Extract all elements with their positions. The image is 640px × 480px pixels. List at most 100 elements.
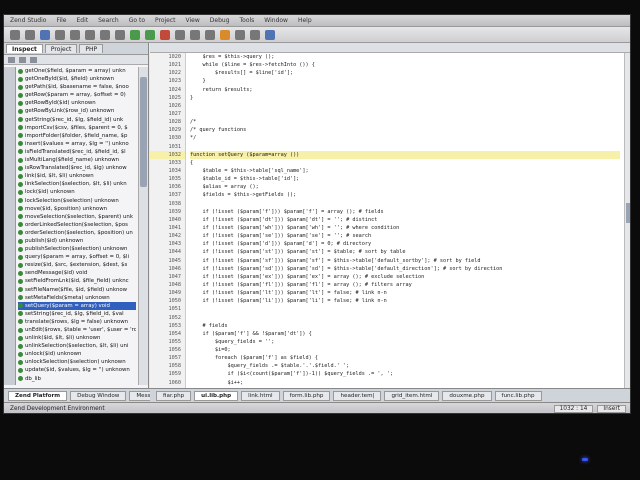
method-item[interactable]: lock($id) unknown xyxy=(18,188,136,196)
code-editor[interactable]: 1020 1021 1022 1023 1024 1025 1026 1027 1028 1029… xyxy=(150,43,630,413)
sort-icon[interactable] xyxy=(8,56,15,63)
method-item[interactable]: translate($rows, $lg = false) unknown xyxy=(18,318,136,326)
method-item[interactable]: insert($values = array, $lg = '') unkno xyxy=(18,140,136,148)
method-item[interactable]: setFileName($file, $id, $field) unknow xyxy=(18,286,136,294)
method-item[interactable]: getRow($param = array, $offset = 0) xyxy=(18,91,136,99)
file-tab[interactable]: douxme.php xyxy=(442,390,492,401)
debug-tab[interactable]: Debug Window xyxy=(70,390,127,401)
method-item[interactable]: getPath($id, $basename = false, $noo xyxy=(18,83,136,91)
file-tab[interactable]: grid_item.html xyxy=(384,390,440,401)
menu-item[interactable]: Search xyxy=(98,17,119,24)
method-item[interactable]: unlink($id, $lt, $li) unknown xyxy=(18,334,136,342)
method-item[interactable]: unlockSelection($selection) unknown xyxy=(18,358,136,366)
method-item[interactable]: unlinkSelection($selection, $lt, $li) un… xyxy=(18,342,136,350)
code-line[interactable]: if (!isset ($param['li'])) $param['li'] … xyxy=(190,297,620,305)
inspector-tab[interactable]: Project xyxy=(44,44,78,53)
file-tab[interactable]: fiar.php xyxy=(156,390,192,401)
method-item[interactable]: getString($rec_id, $lg, $field_id) unk xyxy=(18,116,136,124)
method-item[interactable]: db_lib xyxy=(18,375,136,383)
method-item[interactable]: query($param = array, $offset = 0, $li xyxy=(18,253,136,261)
code-line[interactable]: if (!isset ($param['ex'])) $param['ex'] … xyxy=(190,273,620,281)
code-line[interactable]: $fields = $this->getFields (); xyxy=(190,191,620,199)
code-line[interactable]: if (!isset ($param['dt'])) $param['dt'] … xyxy=(190,216,620,224)
file-tab[interactable]: form.lib.php xyxy=(282,390,331,401)
code-line[interactable]: { xyxy=(190,159,620,167)
method-item[interactable]: publishSelection($selection) unknown xyxy=(18,245,136,253)
code-line[interactable]: $table = $this->table['sql_name']; xyxy=(190,167,620,175)
code-line[interactable]: /* xyxy=(190,118,620,126)
redo-icon[interactable] xyxy=(115,29,125,40)
code-line[interactable]: if (!isset ($param['wh'])) $param['wh'] … xyxy=(190,224,620,232)
code-line[interactable]: $i++; xyxy=(190,379,620,387)
file-tab[interactable]: ui.lib.php xyxy=(194,390,239,401)
code-line[interactable]: function setQuery ($param=array ()) xyxy=(190,150,620,159)
menu-item[interactable]: Zend Studio xyxy=(10,17,46,24)
code-line[interactable]: if (!isset ($param['sd'])) $param['sd'] … xyxy=(190,265,620,273)
code-line[interactable]: $query_fields = ''; xyxy=(190,338,620,346)
code-line[interactable]: $i=0; xyxy=(190,346,620,354)
save-icon[interactable] xyxy=(40,29,50,40)
filter-icon[interactable] xyxy=(19,56,26,63)
search-icon[interactable] xyxy=(235,29,245,40)
code-line[interactable]: */ xyxy=(190,134,620,142)
code-line[interactable]: foreach ($param['f'] as $field) { xyxy=(190,354,620,362)
code-line[interactable]: if (!isset ($param['lt'])) $param['lt'] … xyxy=(190,289,620,297)
method-item[interactable]: setString($rec_id, $lg, $field_id, $val xyxy=(18,310,136,318)
step-out-icon[interactable] xyxy=(205,29,215,40)
menu-item[interactable]: View xyxy=(186,17,200,24)
undo-icon[interactable] xyxy=(100,29,110,40)
code-line[interactable]: $results[] = $line['id']; xyxy=(190,69,620,77)
copy-icon[interactable] xyxy=(70,29,80,40)
code-line[interactable]: if (!isset ($param['se'])) $param['se'] … xyxy=(190,232,620,240)
file-tab[interactable]: func.lib.php xyxy=(494,390,542,401)
method-item[interactable]: importFolder($folder, $field_name, $p xyxy=(18,132,136,140)
menu-item[interactable]: Go to xyxy=(129,17,145,24)
menu-item[interactable]: Edit xyxy=(76,17,88,24)
method-item[interactable]: setQuery($param = array) void xyxy=(18,301,136,310)
debug-tab[interactable]: Zend Platform xyxy=(8,390,68,401)
debug-icon[interactable] xyxy=(145,29,155,40)
new-file-icon[interactable] xyxy=(10,29,20,40)
code-line[interactable] xyxy=(190,305,620,313)
code-line[interactable]: if (!isset ($param['fl'])) $param['fl'] … xyxy=(190,281,620,289)
code-line[interactable]: if ($param['f'] && !$param['dt']) { xyxy=(190,330,620,338)
open-icon[interactable] xyxy=(25,29,35,40)
code-line[interactable]: if (!isset ($param['st'])) $param['st'] … xyxy=(190,248,620,256)
menu-item[interactable]: Tools xyxy=(240,17,255,24)
method-item[interactable]: getRowByLink($row_id) unknown xyxy=(18,107,136,115)
method-item[interactable]: unEdit($rows, $table = 'user', $user = '… xyxy=(18,326,136,334)
menu-item[interactable]: Project xyxy=(155,17,176,24)
scroll-thumb[interactable] xyxy=(140,77,147,187)
method-item[interactable]: setFieldFromLnk($id, $file_field) unknc xyxy=(18,277,136,285)
code-line[interactable]: $query_fields .= $table.'.'.$field.' '; xyxy=(190,362,620,370)
method-item[interactable]: update($id, $values, $lg = '') unknown xyxy=(18,366,136,374)
find-next-icon[interactable] xyxy=(250,29,260,40)
menu-item[interactable]: Window xyxy=(264,17,288,24)
code-line[interactable] xyxy=(190,110,620,118)
method-item[interactable]: isMultiLang($field_name) unknown xyxy=(18,156,136,164)
code-line[interactable]: $res = $this->query (); xyxy=(190,53,620,61)
step-into-icon[interactable] xyxy=(175,29,185,40)
code-line[interactable]: if (!isset ($param['sf'])) $param['sf'] … xyxy=(190,257,620,265)
code-line[interactable]: $table_id = $this->table['id']; xyxy=(190,175,620,183)
method-item[interactable]: setMetaFields($meta) unknown xyxy=(18,294,136,302)
method-item[interactable]: moveSelection($selection, $parent) unk xyxy=(18,213,136,221)
method-item[interactable]: publish($id) unknown xyxy=(18,237,136,245)
menu-item[interactable]: Help xyxy=(298,17,312,24)
code-line[interactable]: if (!isset ($param['d'])) $param['d'] = … xyxy=(190,240,620,248)
code-line[interactable]: if (!isset ($param['f'])) $param['f'] = … xyxy=(190,208,620,216)
code-line[interactable]: return $results; xyxy=(190,86,620,94)
method-item[interactable]: orderSelection($selection, $position) un xyxy=(18,229,136,237)
code-line[interactable] xyxy=(190,200,620,208)
method-item[interactable]: orderLinkedSelection($selection, $pos xyxy=(18,221,136,229)
code-line[interactable]: while ($line = $res->fetchInto ()) { xyxy=(190,61,620,69)
inspector-tab[interactable]: Inspect xyxy=(6,44,43,53)
code-line[interactable]: # fields xyxy=(190,322,620,330)
code-area[interactable]: $res = $this->query (); while ($line = $… xyxy=(190,53,620,388)
method-item[interactable]: link($id, $lt, $li) unknown xyxy=(18,172,136,180)
inspector-scrollbar[interactable] xyxy=(138,67,148,385)
code-line[interactable]: if ($i<(count($param['f'])-1)) $query_fi… xyxy=(190,370,620,378)
cut-icon[interactable] xyxy=(55,29,65,40)
code-line[interactable]: } xyxy=(190,77,620,85)
method-item[interactable]: importCsv($csv, $files, $parent = 0, $ xyxy=(18,124,136,132)
